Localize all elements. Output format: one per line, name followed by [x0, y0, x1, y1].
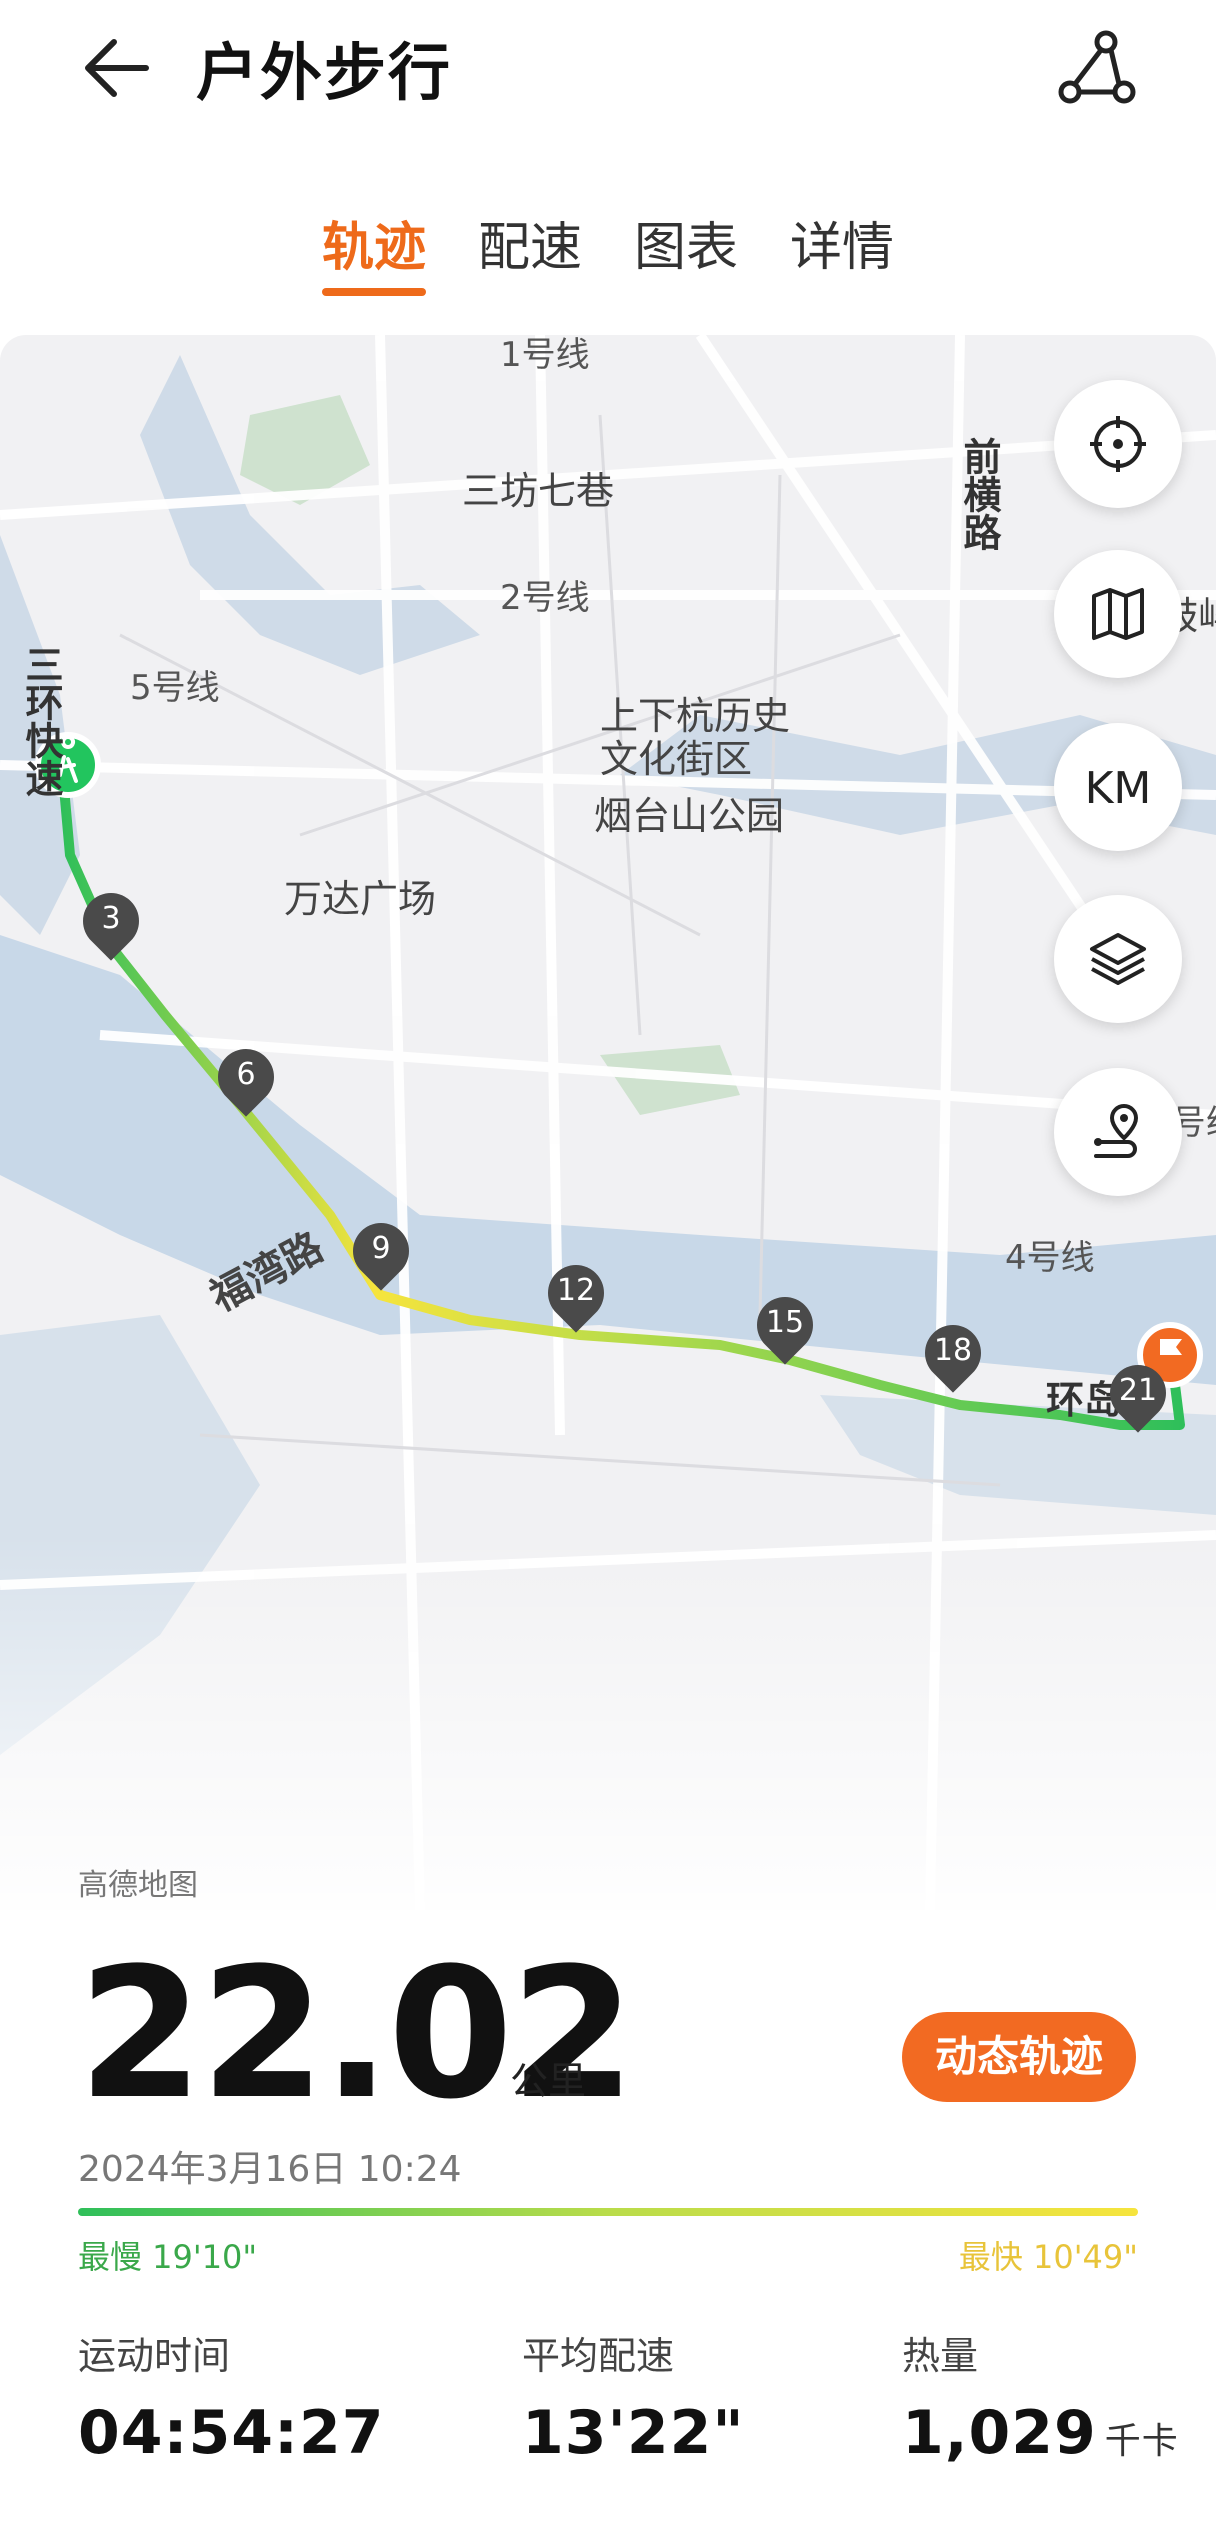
km-marker[interactable]: 15 — [745, 1285, 825, 1365]
map-label: 三环快速 — [19, 645, 63, 797]
pace-gradient-bar — [78, 2208, 1138, 2216]
km-marker[interactable]: 9 — [341, 1211, 421, 1291]
arrow-left-icon — [85, 39, 149, 97]
km-marker[interactable]: 6 — [206, 1037, 286, 1117]
km-toggle-label: KM — [1084, 763, 1152, 814]
map-label: 2号线 — [500, 578, 590, 618]
active-tab-indicator — [322, 288, 426, 296]
stat-value: 04:54:27 — [78, 2398, 385, 2468]
stat-label: 平均配速 — [522, 2334, 675, 2378]
slowest-pace-label: 最慢 19'10" — [78, 2238, 258, 2276]
layers-icon — [1090, 933, 1146, 985]
map-label: 5号线 — [130, 668, 220, 708]
map-label: 前横路 — [957, 437, 1001, 551]
stat-unit: 千卡 — [1104, 2421, 1179, 2462]
fastest-pace-label: 最快 10'49" — [958, 2238, 1138, 2276]
km-marker[interactable]: 21 — [1098, 1353, 1178, 1433]
route-share-icon — [1058, 30, 1136, 104]
stat-calories: 热量 1,029 千卡 — [902, 2325, 1179, 2468]
route-map[interactable]: 1号线 三坊七巷 2号线 5号线 上下杭历史 文化街区 烟台山公园 万达广场 前… — [0, 335, 1216, 1910]
map-label: 4号线 — [1005, 1238, 1095, 1278]
stat-value: 1,029 — [902, 2398, 1097, 2468]
map-style-button[interactable] — [1054, 550, 1182, 678]
tab-bar: 轨迹 配速 图表 详情 — [0, 205, 1216, 305]
stat-label: 热量 — [902, 2334, 979, 2378]
top-bar: 户外步行 — [0, 0, 1216, 130]
workout-datetime: 2024年3月16日 10:24 — [78, 2149, 462, 2190]
layers-button[interactable] — [1054, 895, 1182, 1023]
map-icon — [1092, 588, 1144, 640]
back-button[interactable] — [78, 28, 158, 108]
tab-details[interactable]: 详情 — [790, 205, 894, 280]
map-attribution: 高德地图 — [78, 1868, 198, 1903]
route-pin-icon — [1094, 1103, 1139, 1158]
tab-track[interactable]: 轨迹 — [322, 205, 426, 280]
tab-charts[interactable]: 图表 — [634, 205, 738, 280]
km-toggle-button[interactable]: KM — [1054, 723, 1182, 851]
locate-icon — [1090, 416, 1146, 472]
stat-avg-pace: 平均配速 13'22" — [522, 2325, 745, 2468]
route-pin-button[interactable] — [1054, 1068, 1182, 1196]
distance-unit: 公里 — [510, 2059, 587, 2103]
stat-value: 13'22" — [522, 2398, 745, 2468]
map-label: 万达广场 — [284, 877, 437, 921]
page-title: 户外步行 — [196, 36, 453, 109]
tab-pace[interactable]: 配速 — [478, 205, 582, 280]
locate-button[interactable] — [1054, 380, 1182, 508]
dynamic-track-button[interactable]: 动态轨迹 — [902, 2012, 1136, 2102]
km-marker[interactable]: 12 — [536, 1253, 616, 1333]
map-fade-overlay — [0, 1535, 1216, 1910]
km-marker[interactable]: 18 — [913, 1313, 993, 1393]
map-label: 1号线 — [500, 335, 590, 375]
map-label: 文化街区 — [600, 737, 753, 781]
share-route-button[interactable] — [1056, 28, 1136, 108]
km-marker[interactable]: 3 — [71, 881, 151, 961]
stat-label: 运动时间 — [78, 2334, 231, 2378]
map-label: 烟台山公园 — [594, 794, 785, 838]
map-label: 三坊七巷 — [462, 469, 615, 513]
stat-duration: 运动时间 04:54:27 — [78, 2325, 384, 2468]
